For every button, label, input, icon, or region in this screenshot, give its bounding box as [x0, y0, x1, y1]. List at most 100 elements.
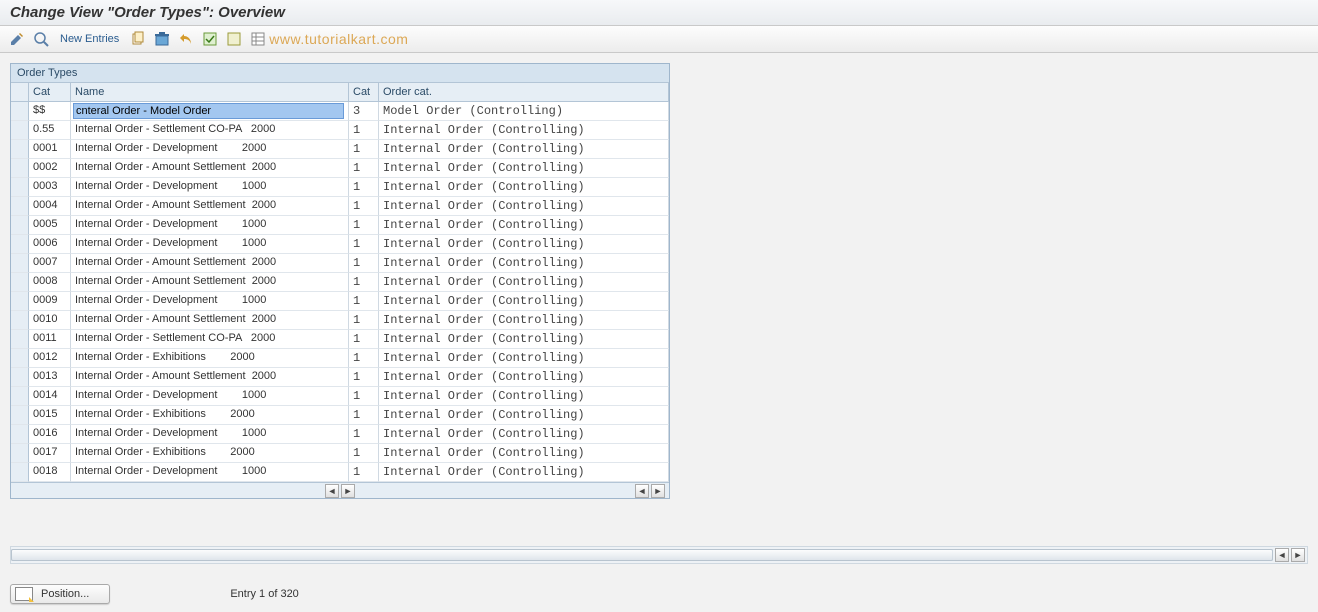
cell-name[interactable]: Internal Order - Development 1000 — [71, 387, 349, 406]
cell-name[interactable]: Internal Order - Exhibitions 2000 — [71, 444, 349, 463]
name-input[interactable] — [73, 103, 344, 119]
row-selector[interactable] — [11, 406, 29, 425]
cell-cat1[interactable]: 0.55 — [29, 121, 71, 140]
delete-icon[interactable] — [153, 30, 171, 48]
row-selector[interactable] — [11, 235, 29, 254]
cell-name[interactable]: Internal Order - Development 1000 — [71, 216, 349, 235]
deselect-all-icon[interactable] — [225, 30, 243, 48]
window-horizontal-scrollbar[interactable]: ◄ ► — [10, 546, 1308, 564]
cell-cat1[interactable]: 0002 — [29, 159, 71, 178]
cell-cat1[interactable]: 0018 — [29, 463, 71, 482]
cell-order-cat: Internal Order (Controlling) — [379, 368, 669, 387]
cell-name[interactable]: Internal Order - Amount Settlement 2000 — [71, 273, 349, 292]
cell-order-cat: Internal Order (Controlling) — [379, 235, 669, 254]
row-selector[interactable] — [11, 349, 29, 368]
row-selector[interactable] — [11, 140, 29, 159]
undo-icon[interactable] — [177, 30, 195, 48]
cell-cat1[interactable]: 0016 — [29, 425, 71, 444]
cell-cat1[interactable]: 0005 — [29, 216, 71, 235]
row-selector[interactable] — [11, 178, 29, 197]
window-scroll-right-icon[interactable]: ► — [1291, 548, 1305, 562]
scroll-right-icon[interactable]: ► — [341, 484, 355, 498]
row-selector[interactable] — [11, 254, 29, 273]
row-selector[interactable] — [11, 273, 29, 292]
col-cat1[interactable]: Cat — [29, 83, 71, 102]
cell-cat1[interactable]: 0011 — [29, 330, 71, 349]
row-selector[interactable] — [11, 197, 29, 216]
window-scroll-left-icon[interactable]: ◄ — [1275, 548, 1289, 562]
cell-name[interactable]: Internal Order - Development 1000 — [71, 235, 349, 254]
cell-order-cat: Internal Order (Controlling) — [379, 197, 669, 216]
cell-cat1[interactable]: 0013 — [29, 368, 71, 387]
row-selector[interactable] — [11, 387, 29, 406]
order-types-grid: Cat Name Cat Order cat. $$3Model Order (… — [11, 83, 669, 482]
cell-name[interactable]: Internal Order - Exhibitions 2000 — [71, 349, 349, 368]
cell-order-cat: Internal Order (Controlling) — [379, 140, 669, 159]
cell-name[interactable]: Internal Order - Settlement CO-PA 2000 — [71, 121, 349, 140]
col-order-cat[interactable]: Order cat. — [379, 83, 669, 102]
row-selector[interactable] — [11, 330, 29, 349]
select-all-icon[interactable] — [201, 30, 219, 48]
cell-name[interactable]: Internal Order - Development 1000 — [71, 292, 349, 311]
cell-name[interactable]: Internal Order - Amount Settlement 2000 — [71, 311, 349, 330]
row-selector[interactable] — [11, 368, 29, 387]
cell-cat2: 1 — [349, 463, 379, 482]
cell-cat1[interactable]: 0014 — [29, 387, 71, 406]
position-button[interactable]: Position... — [10, 584, 110, 604]
row-selector[interactable] — [11, 311, 29, 330]
row-selector[interactable] — [11, 216, 29, 235]
cell-name[interactable]: Internal Order - Settlement CO-PA 2000 — [71, 330, 349, 349]
cell-cat1[interactable]: 0017 — [29, 444, 71, 463]
cell-order-cat: Internal Order (Controlling) — [379, 425, 669, 444]
cell-name[interactable]: Internal Order - Amount Settlement 2000 — [71, 159, 349, 178]
row-selector[interactable] — [11, 102, 29, 121]
cell-cat1[interactable]: 0001 — [29, 140, 71, 159]
new-entries-button[interactable]: New Entries — [56, 31, 123, 47]
cell-cat1[interactable]: 0007 — [29, 254, 71, 273]
print-icon[interactable] — [249, 30, 267, 48]
cell-cat1[interactable]: 0010 — [29, 311, 71, 330]
cell-name[interactable]: Internal Order - Development 1000 — [71, 463, 349, 482]
cell-name[interactable]: Internal Order - Development 2000 — [71, 140, 349, 159]
scroll-right-end-icon[interactable]: ► — [651, 484, 665, 498]
cell-cat1[interactable]: 0008 — [29, 273, 71, 292]
cell-cat2: 1 — [349, 406, 379, 425]
col-selector[interactable] — [11, 83, 29, 102]
col-cat2[interactable]: Cat — [349, 83, 379, 102]
cell-name[interactable]: Internal Order - Amount Settlement 2000 — [71, 368, 349, 387]
cell-cat1[interactable]: 0015 — [29, 406, 71, 425]
cell-cat1[interactable]: $$ — [29, 102, 71, 121]
toggle-change-icon[interactable] — [8, 30, 26, 48]
row-selector[interactable] — [11, 292, 29, 311]
col-name[interactable]: Name — [71, 83, 349, 102]
cell-cat2: 1 — [349, 273, 379, 292]
scroll-left-icon[interactable]: ◄ — [325, 484, 339, 498]
cell-name[interactable] — [71, 102, 349, 121]
row-selector[interactable] — [11, 463, 29, 482]
cell-order-cat: Internal Order (Controlling) — [379, 273, 669, 292]
cell-order-cat: Internal Order (Controlling) — [379, 159, 669, 178]
cell-cat1[interactable]: 0009 — [29, 292, 71, 311]
row-selector[interactable] — [11, 425, 29, 444]
copy-icon[interactable] — [129, 30, 147, 48]
cell-name[interactable]: Internal Order - Development 1000 — [71, 425, 349, 444]
cell-cat1[interactable]: 0003 — [29, 178, 71, 197]
cell-order-cat: Internal Order (Controlling) — [379, 216, 669, 235]
cell-cat2: 1 — [349, 425, 379, 444]
cell-order-cat: Internal Order (Controlling) — [379, 330, 669, 349]
cell-name[interactable]: Internal Order - Amount Settlement 2000 — [71, 254, 349, 273]
row-selector[interactable] — [11, 159, 29, 178]
page-title: Change View "Order Types": Overview — [10, 4, 285, 21]
cell-name[interactable]: Internal Order - Exhibitions 2000 — [71, 406, 349, 425]
cell-cat1[interactable]: 0006 — [29, 235, 71, 254]
cell-cat1[interactable]: 0012 — [29, 349, 71, 368]
cell-order-cat: Internal Order (Controlling) — [379, 349, 669, 368]
cell-name[interactable]: Internal Order - Amount Settlement 2000 — [71, 197, 349, 216]
cell-name[interactable]: Internal Order - Development 1000 — [71, 178, 349, 197]
row-selector[interactable] — [11, 121, 29, 140]
scroll-left-end-icon[interactable]: ◄ — [635, 484, 649, 498]
details-icon[interactable] — [32, 30, 50, 48]
cell-cat2: 1 — [349, 292, 379, 311]
cell-cat1[interactable]: 0004 — [29, 197, 71, 216]
row-selector[interactable] — [11, 444, 29, 463]
